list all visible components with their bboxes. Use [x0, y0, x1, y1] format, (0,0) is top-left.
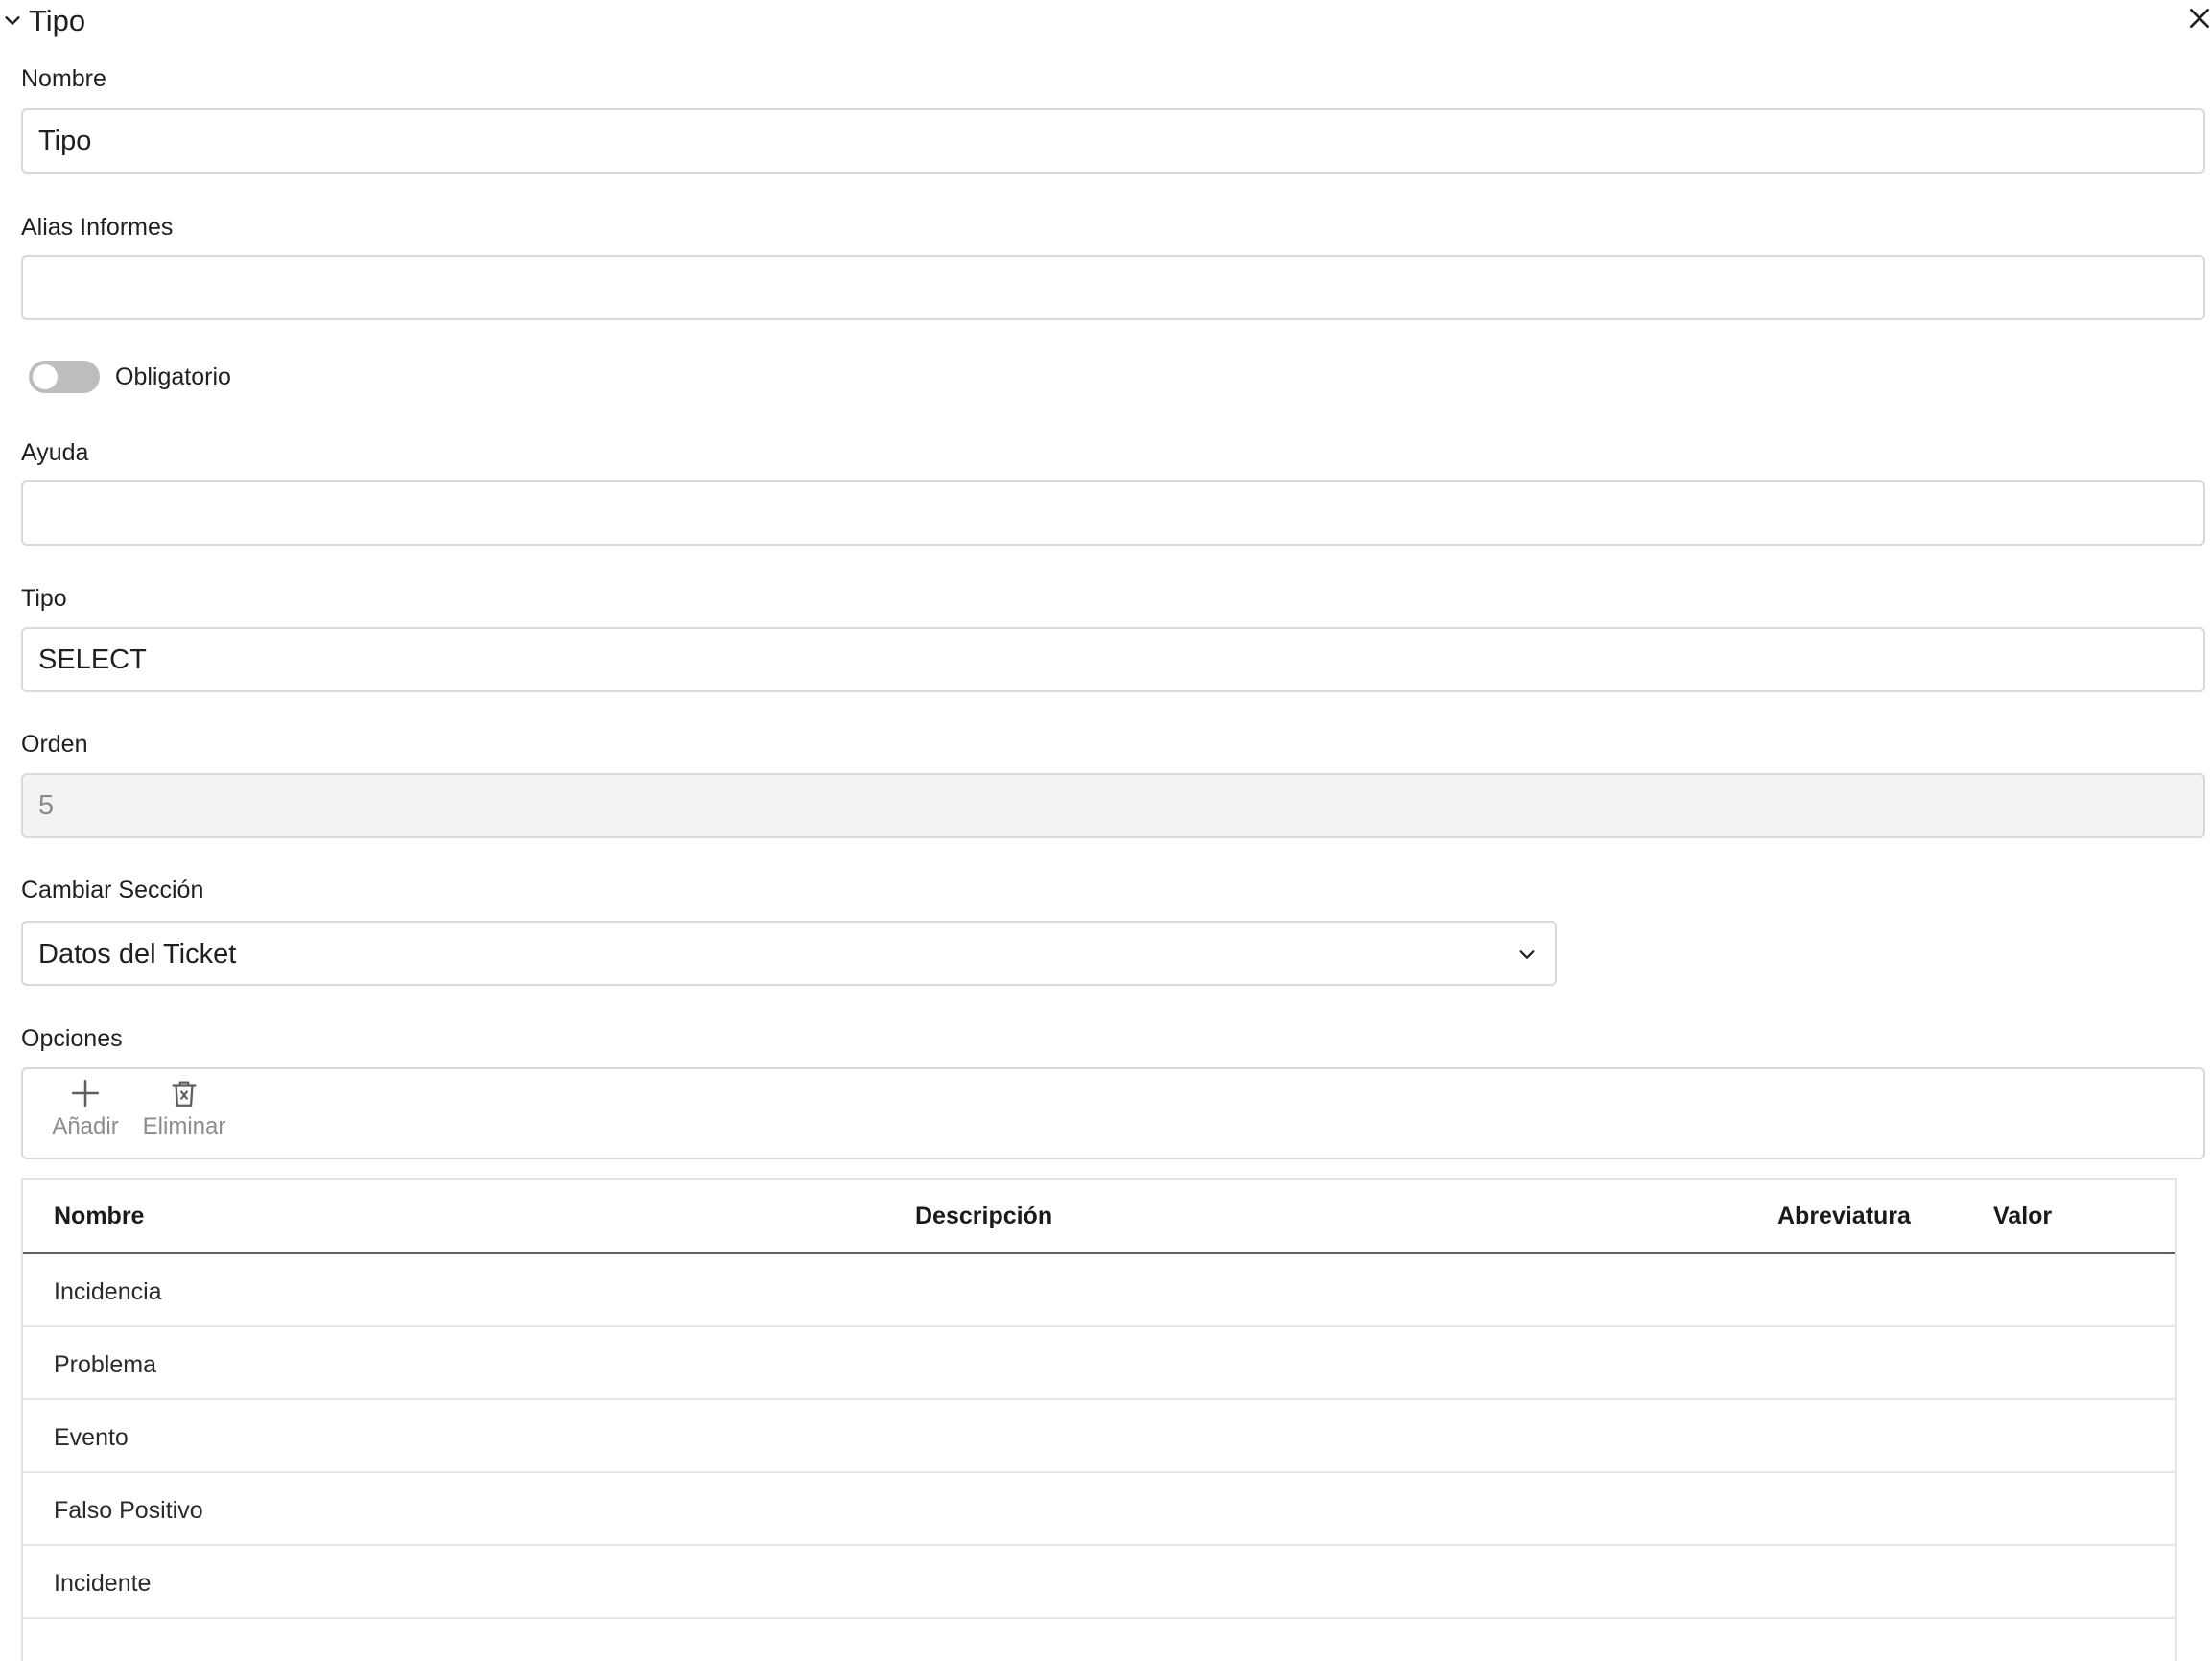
table-header: Nombre Descripción Abreviatura Valor	[23, 1180, 2175, 1254]
row-nombre: Falso Positivo	[54, 1497, 203, 1524]
plus-icon	[71, 1079, 100, 1108]
table-row[interactable]: Problema	[23, 1327, 2175, 1400]
close-icon[interactable]	[2187, 6, 2212, 31]
row-nombre: Incidente	[54, 1570, 152, 1597]
orden-input	[21, 773, 2205, 838]
toggle-knob	[33, 364, 58, 389]
table-row[interactable]: Falso Positivo	[23, 1473, 2175, 1546]
column-header-abreviatura[interactable]: Abreviatura	[1777, 1201, 1911, 1231]
tipo-input[interactable]	[21, 627, 2205, 692]
alias-informes-input[interactable]	[21, 255, 2205, 320]
add-button[interactable]: Añadir	[46, 1077, 125, 1152]
alias-informes-label: Alias Informes	[21, 214, 174, 241]
opciones-toolbar: Añadir Eliminar	[21, 1067, 2205, 1159]
panel-header[interactable]: Tipo	[0, 0, 2212, 42]
table-row[interactable]: Incidente	[23, 1546, 2175, 1619]
add-button-label: Añadir	[52, 1113, 119, 1139]
row-nombre: Problema	[54, 1351, 156, 1378]
row-nombre: Evento	[54, 1424, 129, 1451]
column-header-nombre[interactable]: Nombre	[54, 1201, 144, 1231]
delete-button-label: Eliminar	[142, 1113, 226, 1139]
obligatorio-label: Obligatorio	[115, 363, 231, 390]
table-row[interactable]: Evento	[23, 1400, 2175, 1473]
delete-button[interactable]: Eliminar	[136, 1077, 232, 1152]
ayuda-label: Ayuda	[21, 439, 89, 466]
column-header-descripcion[interactable]: Descripción	[915, 1201, 1052, 1231]
obligatorio-toggle[interactable]	[29, 361, 100, 393]
column-header-valor[interactable]: Valor	[1993, 1201, 2052, 1231]
nombre-label: Nombre	[21, 65, 106, 92]
tipo-label: Tipo	[21, 585, 67, 612]
orden-label: Orden	[21, 731, 88, 758]
ayuda-input[interactable]	[21, 480, 2205, 546]
cambiar-seccion-select[interactable]: Datos del Ticket	[21, 921, 1557, 986]
table-row[interactable]: Incidencia	[23, 1254, 2175, 1327]
field-editor-panel: Tipo Nombre Alias Informes Obligatorio A…	[0, 0, 2212, 1661]
chevron-down-icon	[1519, 950, 1535, 959]
row-nombre: Incidencia	[54, 1278, 162, 1305]
opciones-table: Nombre Descripción Abreviatura Valor Inc…	[21, 1178, 2177, 1661]
opciones-label: Opciones	[21, 1025, 123, 1052]
nombre-input[interactable]	[21, 108, 2205, 174]
panel-title: Tipo	[29, 4, 86, 37]
select-value: Datos del Ticket	[38, 939, 237, 970]
trash-icon	[172, 1081, 197, 1107]
close-button[interactable]	[2187, 6, 2212, 31]
cambiar-seccion-label: Cambiar Sección	[21, 877, 204, 903]
chevron-down-icon[interactable]	[2, 10, 23, 31]
